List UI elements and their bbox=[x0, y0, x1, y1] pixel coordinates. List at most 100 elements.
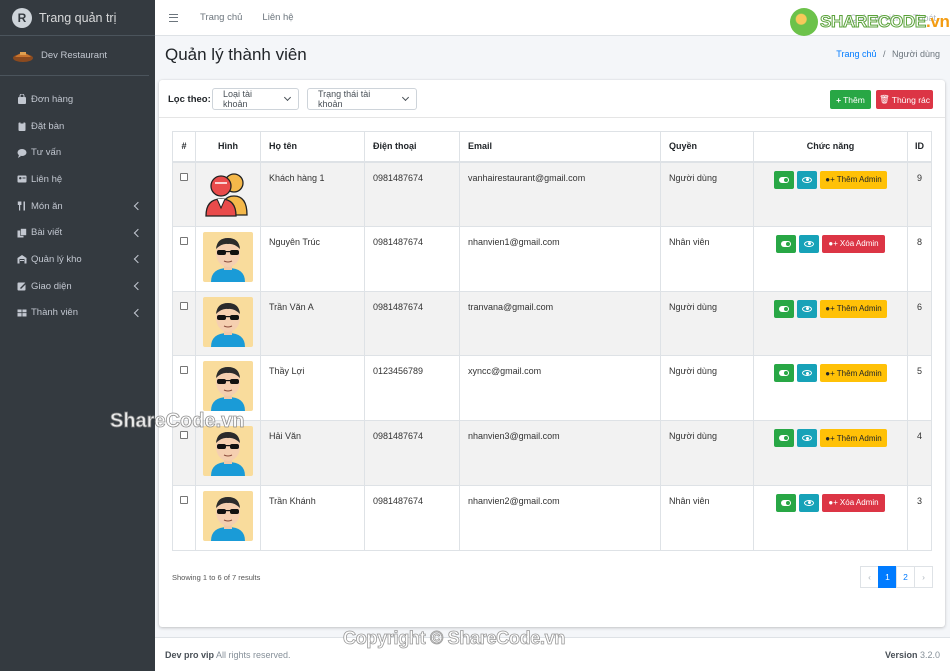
sidebar-item-3[interactable]: Liên hệ bbox=[0, 166, 155, 193]
row-id: 9 bbox=[907, 161, 932, 227]
sidebar-item-6[interactable]: Quản lý kho bbox=[0, 246, 155, 273]
footer-version-label: Version bbox=[884, 650, 918, 660]
toggle-on-icon bbox=[779, 305, 790, 312]
table-info: Showing 1 to 6 of 7 results bbox=[172, 573, 261, 582]
eye-icon bbox=[802, 370, 813, 377]
row-checkbox[interactable] bbox=[180, 172, 188, 181]
user-minus-icon: ●+ bbox=[828, 239, 838, 249]
th-name: Họ tên bbox=[260, 131, 365, 163]
toggle-status-button[interactable] bbox=[774, 170, 795, 189]
sharecode-logo: SHARECODE.vn bbox=[790, 8, 950, 36]
add-admin-button[interactable]: ●+ Thêm Admin bbox=[820, 364, 887, 383]
row-actions: ●+ Thêm Admin bbox=[753, 420, 908, 486]
sidebar-item-1[interactable]: Đặt bàn bbox=[0, 113, 155, 140]
row-checkbox[interactable] bbox=[180, 366, 188, 375]
sharecode-logo-text: SHARECODE.vn bbox=[820, 12, 950, 32]
remove-admin-button[interactable]: ●+ Xóa Admin bbox=[822, 234, 885, 253]
view-button[interactable] bbox=[797, 299, 818, 318]
table-row: Hải Văn 0981487674 nhanvien3@gmail.com Ngườ… bbox=[172, 420, 932, 486]
address-card-icon bbox=[17, 175, 27, 183]
menu-toggle-icon[interactable] bbox=[169, 13, 178, 22]
admin-button-label: Thêm Admin bbox=[836, 304, 882, 314]
page-next[interactable]: › bbox=[914, 566, 933, 588]
watermark-copyright: Copyright © ShareCode.vn bbox=[343, 628, 566, 649]
top-link-contact[interactable]: Liên hệ bbox=[262, 12, 293, 23]
row-email: nhanvien2@gmail.com bbox=[459, 484, 661, 551]
add-button[interactable]: + Thêm bbox=[830, 90, 871, 109]
row-checkbox[interactable] bbox=[180, 236, 188, 245]
toggle-status-button[interactable] bbox=[774, 429, 795, 448]
toggle-on-icon bbox=[779, 176, 790, 183]
avatar-icon bbox=[203, 296, 253, 347]
brand-link[interactable]: R Trang quản trị bbox=[0, 0, 155, 36]
footer-brand: Dev pro vip bbox=[165, 650, 215, 660]
row-avatar-cell bbox=[195, 225, 261, 292]
sidebar-item-0[interactable]: Đơn hàng bbox=[0, 86, 155, 113]
toggle-status-button[interactable] bbox=[774, 299, 795, 318]
add-admin-button[interactable]: ●+ Thêm Admin bbox=[820, 429, 887, 448]
admin-button-label: Thêm Admin bbox=[836, 433, 882, 443]
row-actions: ●+ Thêm Admin bbox=[753, 355, 908, 422]
sidebar-item-2[interactable]: Tư vấn bbox=[0, 139, 155, 166]
user-plus-icon: ●+ bbox=[825, 368, 835, 378]
sidebar-item-label: Liên hệ bbox=[31, 173, 63, 185]
view-button[interactable] bbox=[797, 429, 818, 448]
row-avatar-cell bbox=[195, 161, 261, 227]
sidebar-item-4[interactable]: Món ăn bbox=[0, 193, 155, 220]
row-name: Thầy Lợi bbox=[260, 355, 365, 422]
breadcrumb-home[interactable]: Trang chủ bbox=[836, 49, 876, 59]
row-avatar-cell bbox=[195, 484, 261, 551]
page-prev[interactable]: ‹ bbox=[860, 566, 879, 588]
admin-button-label: Thêm Admin bbox=[836, 368, 882, 378]
sidebar-item-label: Đơn hàng bbox=[31, 93, 74, 105]
row-id: 3 bbox=[907, 484, 932, 551]
row-role: Người dùng bbox=[660, 420, 754, 486]
user-panel[interactable]: Dev Restaurant bbox=[0, 36, 149, 76]
view-button[interactable] bbox=[799, 493, 820, 512]
view-button[interactable] bbox=[799, 234, 820, 253]
avatar-icon bbox=[203, 231, 253, 282]
sidebar-item-8[interactable]: Thành viên bbox=[0, 300, 155, 327]
row-email: nhanvien3@gmail.com bbox=[459, 420, 661, 486]
eye-icon bbox=[802, 305, 813, 312]
account-status-value: Trạng thái tài khoản bbox=[318, 89, 371, 109]
page-2[interactable]: 2 bbox=[896, 566, 915, 588]
row-checkbox[interactable] bbox=[180, 301, 188, 310]
toggle-status-button[interactable] bbox=[774, 364, 795, 383]
row-role: Người dùng bbox=[660, 355, 754, 422]
account-status-select[interactable]: Trạng thái tài khoản bbox=[307, 88, 417, 110]
row-role: Người dùng bbox=[660, 290, 754, 357]
view-button[interactable] bbox=[797, 364, 818, 383]
add-admin-button[interactable]: ●+ Thêm Admin bbox=[820, 299, 887, 318]
trash-icon: 🗑 bbox=[878, 94, 890, 104]
sharecode-logo-tail: .vn bbox=[925, 12, 950, 31]
chevron-down-icon bbox=[283, 93, 292, 102]
view-button[interactable] bbox=[797, 170, 818, 189]
sidebar-nav: Đơn hàng Đặt bàn Tư vấn Liên hệ Món ăn Bài vi… bbox=[0, 86, 155, 326]
footer-version: 3.2.0 bbox=[919, 650, 940, 660]
page-1[interactable]: 1 bbox=[878, 566, 897, 588]
account-type-select[interactable]: Loại tài khoản bbox=[212, 88, 299, 110]
add-admin-button[interactable]: ●+ Thêm Admin bbox=[820, 170, 887, 189]
sidebar-item-label: Tư vấn bbox=[31, 147, 62, 159]
row-name: Khách hàng 1 bbox=[260, 161, 365, 227]
toggle-status-button[interactable] bbox=[776, 493, 797, 512]
row-phone: 0123456789 bbox=[364, 355, 460, 422]
trash-button[interactable]: 🗑 Thùng rác bbox=[876, 90, 933, 109]
eye-icon bbox=[802, 176, 813, 183]
row-phone: 0981487674 bbox=[364, 484, 460, 551]
sidebar-item-7[interactable]: Giao diện bbox=[0, 273, 155, 300]
brand-title: Trang quản trị bbox=[39, 10, 117, 25]
toggle-status-button[interactable] bbox=[776, 234, 797, 253]
row-name: Nguyên Trúc bbox=[260, 225, 365, 292]
restaurant-logo-icon bbox=[13, 51, 33, 62]
sidebar-item-5[interactable]: Bài viết bbox=[0, 219, 155, 246]
remove-admin-button[interactable]: ●+ Xóa Admin bbox=[822, 493, 885, 512]
th-id: ID bbox=[907, 131, 932, 163]
table-icon bbox=[17, 309, 27, 317]
row-checkbox[interactable] bbox=[180, 495, 188, 504]
members-table: # Hình Họ tên Điện thoại Email Quyền Chứ… bbox=[172, 131, 932, 551]
top-link-home[interactable]: Trang chủ bbox=[200, 12, 242, 23]
breadcrumb: Trang chủ / Người dùng bbox=[836, 49, 940, 59]
table-row: Trần Khánh 0981487674 nhanvien2@gmail.com N… bbox=[172, 484, 932, 551]
